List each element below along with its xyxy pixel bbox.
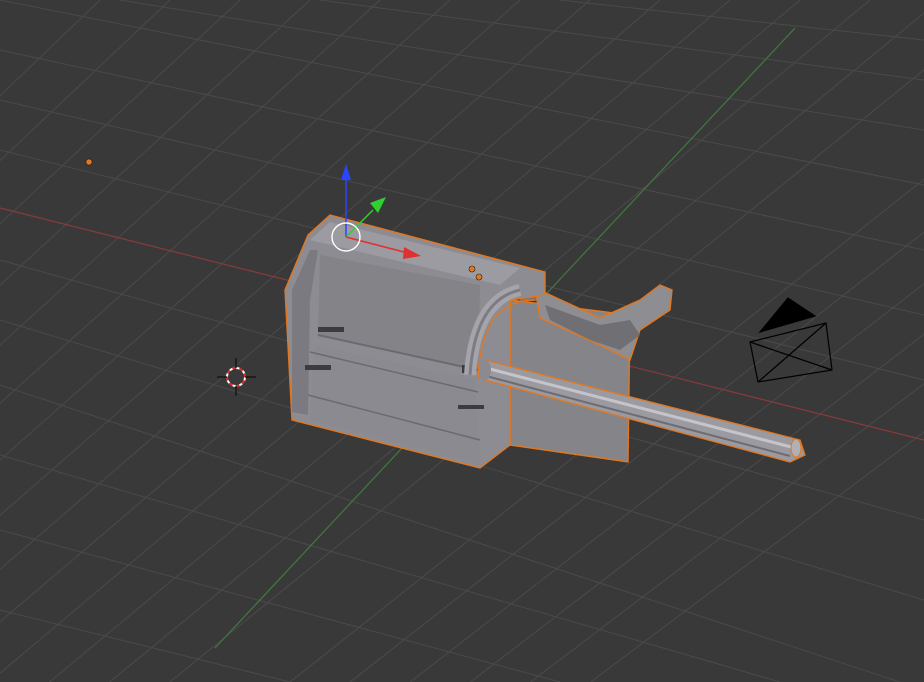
lamp-icon[interactable] — [85, 158, 93, 166]
mechanical-part-mesh[interactable] — [284, 214, 806, 469]
3d-cursor-icon[interactable] — [217, 358, 256, 396]
viewport-scene[interactable] — [0, 0, 924, 682]
3d-viewport[interactable] — [0, 0, 924, 682]
